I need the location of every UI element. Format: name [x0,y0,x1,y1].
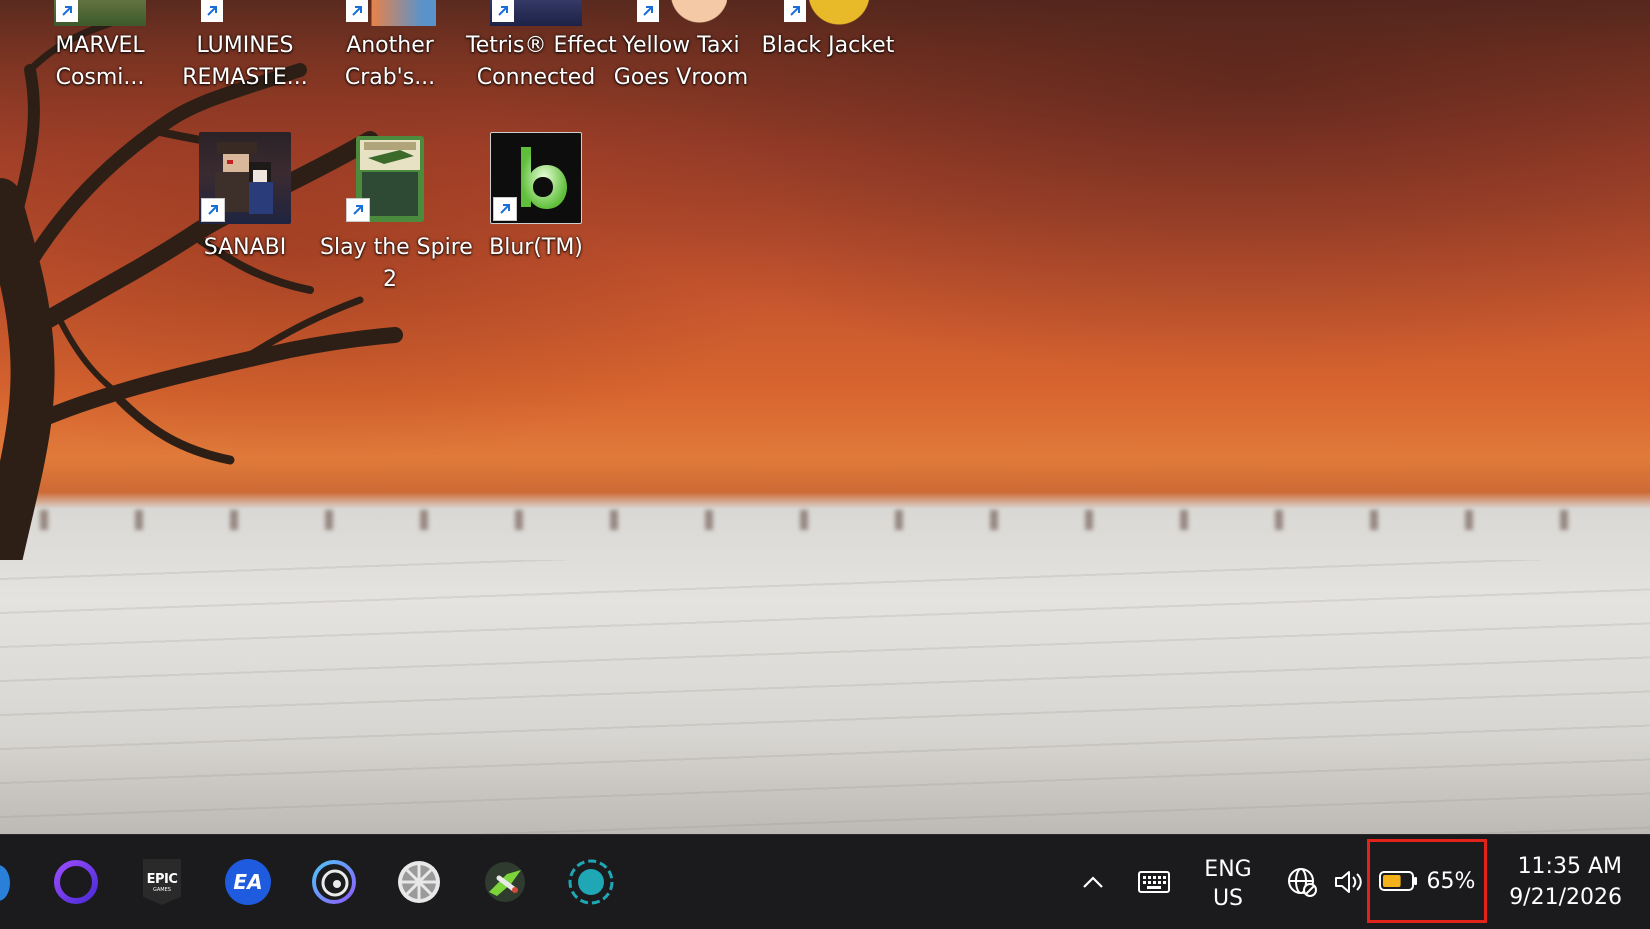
clock-time: 11:35 AM [1517,854,1622,879]
battery-percent: 65% [1426,868,1476,894]
green-logo-icon [485,862,525,902]
desktop-icon-blur[interactable]: Blur(TM) [466,132,606,264]
partial-left-app-icon[interactable] [0,865,10,901]
show-hidden-icons-button[interactable] [1076,835,1110,929]
icon-label: Blur(TM) [489,235,583,260]
speaker-icon [1335,871,1362,893]
network-status-button[interactable] [1284,835,1320,929]
clock-date: 9/21/2026 [1509,885,1622,910]
epic-logo-subtext: GAMES [153,886,171,893]
globe-no-internet-icon [1288,868,1317,897]
ea-icon: EA [225,859,271,905]
icon-label-line1: Yellow Taxi [622,33,740,58]
desktop-icon-marvel-cosmic[interactable]: MARVEL Cosmi... [30,0,170,94]
cortana-ring-icon [54,860,98,904]
lumines-icon [199,0,291,26]
icon-label-line1: MARVEL [55,33,145,58]
salt-pan [0,560,1650,834]
taskbar-app-aperture[interactable] [394,857,444,907]
icon-label-line1: LUMINES [196,33,294,58]
taskbar-app-ubisoft[interactable] [309,857,359,907]
volume-button[interactable] [1330,835,1366,929]
icon-label-line2: Goes Vroom [613,65,749,90]
taskbar-app-epic-games[interactable]: EPIC GAMES [137,857,187,907]
shortcut-arrow-icon [346,0,368,22]
ubisoft-swirl-icon [312,860,356,904]
taskbar-app-cortana[interactable] [51,857,101,907]
shortcut-arrow-icon [201,0,223,22]
slay-the-spire-icon [344,132,436,224]
clock-button[interactable]: 11:35 AM 9/21/2026 [1492,851,1622,913]
icon-label-line1: Another [346,33,434,58]
taskbar: EPIC GAMES EA ENG US 65% 11:35 AM 9/21/2… [0,834,1650,929]
epic-games-icon: EPIC GAMES [143,859,181,905]
desktop-icon-yellow-taxi[interactable]: Yellow Taxi Goes Vroom [611,0,751,94]
icon-label-line2: Connected [476,65,596,90]
desktop-icon-sanabi[interactable]: SANABI [175,132,315,264]
input-language-button[interactable]: ENG US [1200,855,1256,913]
icon-label-line2: Cosmi... [55,65,145,90]
black-jacket-icon [782,0,874,26]
shortcut-arrow-icon [493,197,517,221]
desktop-icon-lumines[interactable]: LUMINES REMASTE... [175,0,315,94]
aperture-icon [398,861,440,903]
blur-icon [490,132,582,224]
icon-label-line2: 2 [383,267,397,292]
region-code: US [1212,886,1244,911]
shortcut-arrow-icon [201,198,225,222]
battery-icon [1378,871,1417,891]
battery-fill [1382,875,1401,887]
shortcut-arrow-icon [492,0,514,22]
another-crab-icon [344,0,436,26]
taskbar-app-teal-circle[interactable] [566,857,616,907]
marvel-cosmic-icon [54,0,146,26]
icon-label-line1: Slay the Spire [320,235,473,260]
icon-label-line1: Tetris® Effect [466,33,617,58]
icon-label-line2: Crab's... [344,65,436,90]
desktop-icon-black-jacket[interactable]: Black Jacket [758,0,898,62]
desktop-wallpaper: MARVEL Cosmi... LUMINES REMASTE... Another… [0,0,1650,834]
battery-status-button[interactable]: 65% [1367,839,1487,923]
shortcut-arrow-icon [637,0,659,22]
taskbar-app-ea[interactable]: EA [223,857,273,907]
epic-logo-text: EPIC [146,871,178,887]
desktop-icon-another-crab[interactable]: Another Crab's... [320,0,460,94]
yellow-taxi-icon [635,0,727,26]
shortcut-arrow-icon [346,198,370,222]
keyboard-icon [1138,871,1170,893]
language-code: ENG [1204,857,1252,882]
teal-circle-icon [568,859,614,905]
desktop-icon-tetris-effect[interactable]: Tetris® Effect Connected [466,0,617,94]
shortcut-arrow-icon [784,0,806,22]
ea-logo-text: EA [233,870,263,894]
tetris-effect-icon [490,0,582,26]
touch-keyboard-button[interactable] [1136,835,1172,929]
taskbar-app-green-logo[interactable] [480,857,530,907]
icon-label: SANABI [203,235,287,260]
desktop-icon-slay-the-spire[interactable]: Slay the Spire 2 [320,132,473,296]
shortcut-arrow-icon [56,0,78,22]
chevron-up-icon [1083,876,1103,888]
sanabi-icon [199,132,291,224]
icon-label-line1: Black Jacket [761,33,895,58]
icon-label-line2: REMASTE... [182,65,308,90]
